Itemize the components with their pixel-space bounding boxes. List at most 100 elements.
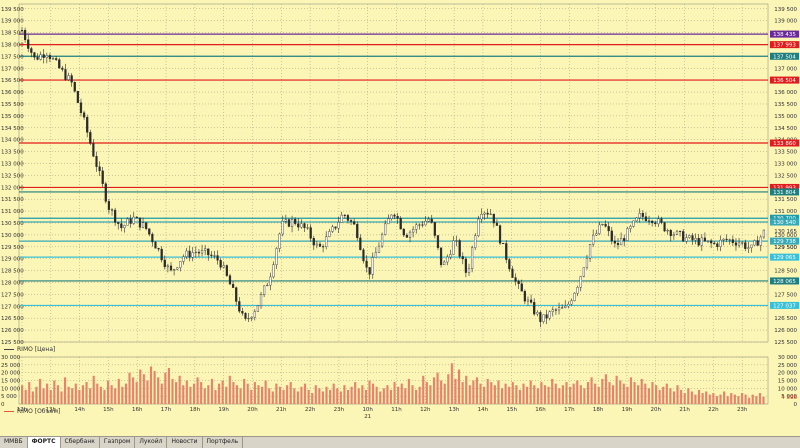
volume-bar bbox=[128, 372, 131, 404]
volume-bar bbox=[228, 375, 231, 404]
candle-body bbox=[604, 223, 607, 227]
volume-bar bbox=[63, 377, 67, 404]
candle-body bbox=[331, 226, 334, 232]
tab-4[interactable]: Лукойл bbox=[135, 437, 168, 448]
candle-body bbox=[582, 267, 585, 277]
level-tag-label: 136 504 bbox=[773, 78, 796, 84]
price-tick-label-left: 129 500 bbox=[1, 245, 24, 251]
volume-bar bbox=[200, 382, 203, 404]
volume-bar bbox=[282, 389, 285, 404]
price-tick-label-left: 133 000 bbox=[1, 161, 24, 167]
volume-bar bbox=[447, 374, 450, 404]
volume-bar bbox=[106, 380, 110, 404]
volume-bar bbox=[253, 382, 256, 404]
volume-bar bbox=[271, 391, 274, 404]
volume-bar bbox=[379, 391, 382, 404]
candle-body bbox=[492, 213, 495, 224]
candle-body bbox=[346, 215, 350, 221]
candle-body bbox=[110, 209, 114, 211]
volume-bar bbox=[422, 375, 425, 404]
candle-body bbox=[241, 311, 244, 314]
x-tick-label: 15h bbox=[506, 407, 517, 413]
tab-3[interactable]: Газпром bbox=[100, 437, 136, 448]
tab-1[interactable]: ФОРТС bbox=[27, 437, 61, 448]
price-tick-label: 139 500 bbox=[774, 7, 797, 13]
price-tick-label-left: 131 500 bbox=[1, 197, 24, 203]
candle-body bbox=[92, 143, 95, 157]
volume-bar bbox=[268, 388, 271, 404]
candle-body bbox=[421, 224, 424, 226]
candle-body bbox=[58, 59, 61, 69]
candle-body bbox=[666, 230, 669, 232]
volume-bar bbox=[640, 378, 643, 404]
candle-body bbox=[682, 231, 685, 242]
candle-body bbox=[480, 213, 483, 220]
candle-body bbox=[306, 227, 309, 229]
price-tick-label: 131 000 bbox=[774, 209, 797, 215]
tab-0[interactable]: ММВБ bbox=[0, 437, 28, 448]
candle-body bbox=[114, 209, 117, 223]
candle-body bbox=[76, 91, 79, 103]
volume-bar bbox=[551, 378, 554, 404]
candle-body bbox=[691, 235, 694, 241]
volume-bar bbox=[67, 386, 70, 404]
candle-body bbox=[545, 314, 548, 319]
volume-bar bbox=[382, 388, 385, 404]
candle-body bbox=[439, 247, 443, 266]
volume-current-value: 4 596 bbox=[781, 395, 797, 401]
candle-body bbox=[204, 248, 207, 251]
candle-body bbox=[747, 247, 750, 249]
tab-5[interactable]: Новости bbox=[167, 437, 203, 448]
candle-body bbox=[275, 248, 278, 265]
x-tick-label: 11h bbox=[391, 407, 402, 413]
volume-bar bbox=[490, 382, 493, 404]
candle-body bbox=[595, 233, 598, 236]
candle-body bbox=[694, 238, 697, 241]
candle-body bbox=[489, 213, 492, 215]
candle-body bbox=[98, 166, 101, 172]
volume-bar bbox=[286, 385, 289, 404]
tab-2[interactable]: Сбербанк bbox=[61, 437, 100, 448]
volume-tick-label: 25 000 bbox=[778, 363, 798, 369]
volume-chart[interactable]: 30 000 30 000 25 000 25 000 20 000 20 000 15 0… bbox=[0, 354, 800, 420]
volume-bar bbox=[289, 382, 292, 404]
volume-bar bbox=[296, 391, 299, 404]
candle-body bbox=[635, 217, 638, 222]
volume-bar bbox=[60, 391, 63, 404]
candle-body bbox=[42, 54, 45, 58]
volume-bar bbox=[364, 389, 367, 404]
candle-body bbox=[82, 112, 86, 118]
candle-body bbox=[467, 268, 471, 273]
candle-body bbox=[716, 243, 719, 247]
candle-body bbox=[436, 235, 440, 248]
volume-bar bbox=[669, 388, 672, 404]
candle-body bbox=[685, 237, 688, 242]
volume-bar bbox=[300, 386, 303, 404]
volume-bar bbox=[232, 382, 235, 404]
workspace-tabbar: ММВБ ФОРТС Сбербанк Газпром Лукойл Новости Пор… bbox=[0, 436, 800, 448]
candle-body bbox=[256, 305, 260, 312]
candle-body bbox=[194, 251, 197, 253]
volume-bar bbox=[49, 389, 52, 404]
volume-bar bbox=[393, 382, 396, 404]
candle-body bbox=[728, 239, 731, 241]
candle-body bbox=[244, 313, 247, 319]
volume-bar bbox=[278, 386, 282, 404]
candle-body bbox=[328, 231, 331, 237]
volume-bar bbox=[651, 382, 654, 404]
candle-body bbox=[464, 258, 467, 273]
volume-bar bbox=[142, 374, 145, 404]
candle-body bbox=[126, 218, 129, 226]
candle-body bbox=[523, 291, 526, 302]
price-series-label: RIMO [Цена] bbox=[4, 346, 55, 353]
volume-bar bbox=[748, 397, 751, 404]
volume-bar bbox=[561, 385, 564, 404]
candle-body bbox=[247, 318, 250, 320]
candle-body bbox=[455, 240, 458, 242]
tab-6[interactable]: Портфель bbox=[203, 437, 244, 448]
price-chart[interactable]: 139 500139 500139 000139 000138 500138 5… bbox=[0, 0, 800, 345]
candle-body bbox=[309, 227, 312, 239]
candle-body bbox=[45, 55, 48, 58]
volume-series-label: RIMO [Объем] bbox=[4, 408, 60, 415]
candle-body bbox=[710, 240, 713, 244]
